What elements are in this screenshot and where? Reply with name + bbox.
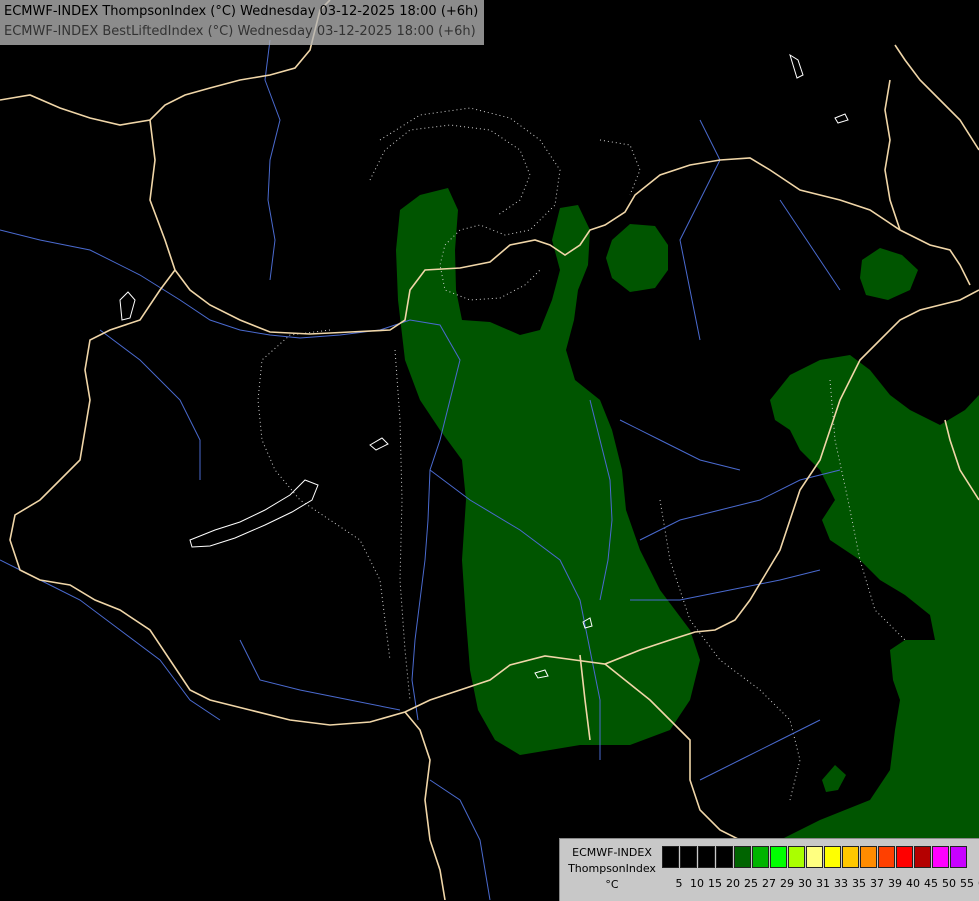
legend-tick-label: 27	[762, 877, 776, 890]
legend-model: ECMWF-INDEX	[572, 846, 652, 859]
map-title-box: ECMWF-INDEX ThompsonIndex (°C) Wednesday…	[0, 0, 485, 45]
legend-tick-label: 25	[744, 877, 758, 890]
legend-tick-label: 10	[690, 877, 704, 890]
legend-tick-label: 15	[708, 877, 722, 890]
legend-swatch	[716, 846, 733, 868]
legend-tick-label: 55	[960, 877, 974, 890]
legend-parameter: ThompsonIndex	[568, 862, 656, 875]
legend-swatch	[932, 846, 949, 868]
legend-tick-label: 31	[816, 877, 830, 890]
legend-swatch	[680, 846, 697, 868]
legend-swatch	[662, 846, 679, 868]
color-legend: ECMWF-INDEX ThompsonIndex °C 5 10 15 20 25 27…	[559, 838, 979, 901]
legend-tick-label: 40	[906, 877, 920, 890]
legend-tick-label: 33	[834, 877, 848, 890]
legend-swatch	[698, 846, 715, 868]
legend-tick-label: 5	[675, 877, 683, 890]
legend-swatch	[734, 846, 751, 868]
legend-swatch	[896, 846, 913, 868]
legend-swatch	[914, 846, 931, 868]
legend-tick-label: 35	[852, 877, 866, 890]
legend-swatch	[950, 846, 967, 868]
weather-map	[0, 0, 979, 900]
legend-swatch	[770, 846, 787, 868]
legend-swatch	[752, 846, 769, 868]
legend-swatch	[806, 846, 823, 868]
legend-tick-label: 37	[870, 877, 884, 890]
legend-swatch	[788, 846, 805, 868]
legend-tick-label: 29	[780, 877, 794, 890]
legend-swatch	[860, 846, 877, 868]
legend-ticks: 51015202527293031333537394045505560	[670, 877, 979, 890]
legend-swatches	[662, 846, 968, 868]
legend-unit: °C	[605, 878, 619, 891]
legend-tick-label: 20	[726, 877, 740, 890]
legend-swatch	[842, 846, 859, 868]
title-thompson-index: ECMWF-INDEX ThompsonIndex (°C) Wednesday…	[4, 4, 479, 19]
legend-tick-label: 30	[798, 877, 812, 890]
title-best-lifted-index: ECMWF-INDEX BestLiftedIndex (°C) Wednesd…	[4, 24, 476, 39]
legend-tick-label: 39	[888, 877, 902, 890]
legend-tick-label: 45	[924, 877, 938, 890]
legend-swatch	[878, 846, 895, 868]
legend-swatch	[824, 846, 841, 868]
legend-tick-label: 50	[942, 877, 956, 890]
